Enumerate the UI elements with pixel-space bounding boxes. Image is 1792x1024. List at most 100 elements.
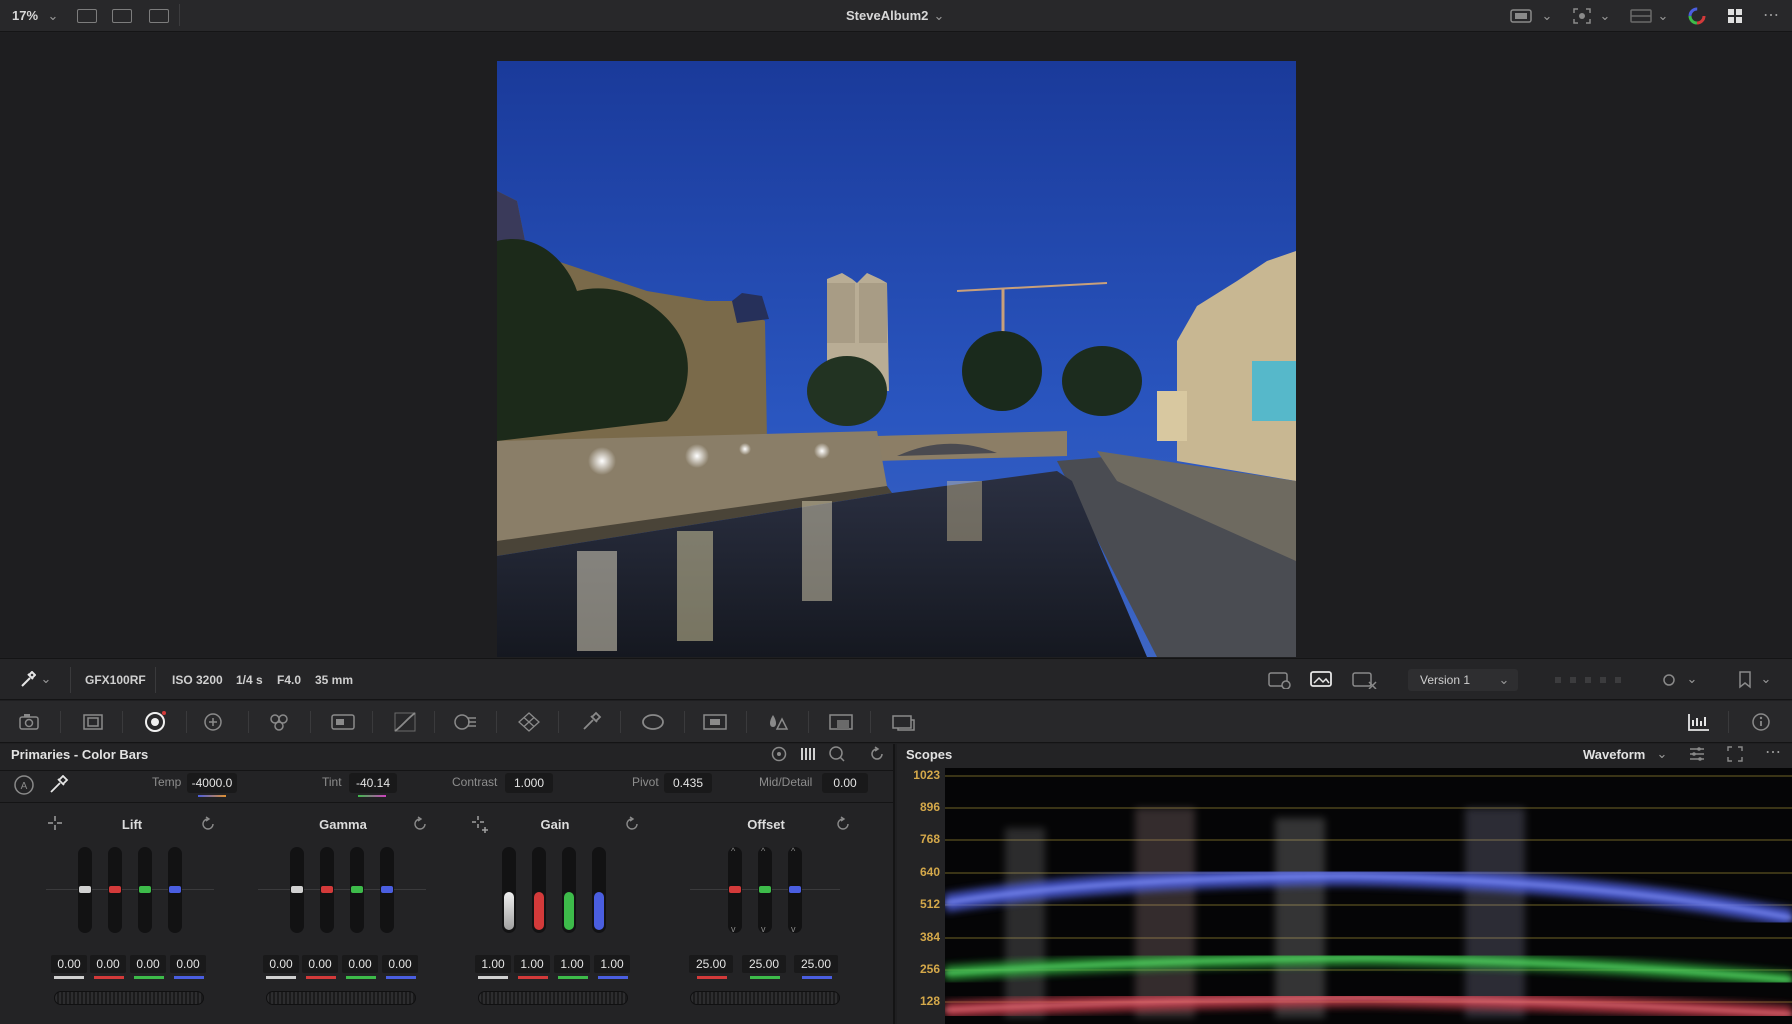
gain-master-wheel[interactable] <box>478 991 628 1005</box>
rating-dots[interactable] <box>1555 677 1625 683</box>
crosshair-icon[interactable] <box>47 815 63 831</box>
rgb-mixer-icon[interactable] <box>266 709 292 735</box>
gain-red-value[interactable]: 1.00 <box>514 955 550 973</box>
offset-green-value[interactable]: 25.00 <box>742 955 786 973</box>
picker-icon[interactable] <box>18 671 36 689</box>
color-wheels-icon[interactable] <box>142 709 168 735</box>
version-select[interactable]: Version 1 ⌄ <box>1408 669 1518 691</box>
tracker-icon[interactable] <box>702 709 728 735</box>
offset-red-value[interactable]: 25.00 <box>689 955 733 973</box>
lift-red-slider[interactable] <box>108 847 122 933</box>
gallery-image-icon[interactable] <box>1310 670 1332 688</box>
wipe-icon[interactable] <box>1572 7 1592 25</box>
curves-icon[interactable] <box>392 709 418 735</box>
lift-red-value[interactable]: 0.00 <box>90 955 126 973</box>
gamma-reset-icon[interactable] <box>412 816 428 832</box>
bars-mode-icon[interactable] <box>770 745 788 763</box>
scope-more-icon[interactable]: ⋯ <box>1762 743 1784 761</box>
gamma-blue-value[interactable]: 0.00 <box>382 955 418 973</box>
lift-blue-slider[interactable] <box>168 847 182 933</box>
bookmark-chevron-icon[interactable]: ⌄ <box>1760 671 1772 687</box>
fullscreen-icon[interactable] <box>1726 7 1744 25</box>
white-balance-picker-icon[interactable] <box>48 775 70 795</box>
flag-chevron-icon[interactable]: ⌄ <box>1686 671 1698 687</box>
album-title[interactable]: SteveAlbum2 <box>846 8 928 23</box>
gamma-blue-slider[interactable] <box>380 847 394 933</box>
viewer-mode-icon[interactable] <box>1510 8 1532 24</box>
gain-blue-slider[interactable] <box>592 847 606 933</box>
info-icon[interactable] <box>1748 709 1774 735</box>
flag-circle-icon[interactable] <box>1661 672 1677 688</box>
color-match-icon[interactable] <box>80 709 106 735</box>
reset-all-icon[interactable] <box>868 745 886 763</box>
lift-green-slider[interactable] <box>138 847 152 933</box>
scope-mode-select[interactable]: Waveform ⌄ <box>1580 744 1668 766</box>
crosshair-plus-icon[interactable] <box>471 815 489 833</box>
single-viewer-icon[interactable] <box>75 9 99 24</box>
viewer-mode-chevron-icon[interactable]: ⌄ <box>1540 8 1554 24</box>
tint-field[interactable]: -40.14 <box>349 773 397 793</box>
more-options-icon[interactable]: ⋯ <box>1760 6 1782 24</box>
hdr-wheels-icon[interactable] <box>202 709 228 735</box>
lift-reset-icon[interactable] <box>200 816 216 832</box>
sizing-icon[interactable] <box>890 709 916 735</box>
gain-master-value[interactable]: 1.00 <box>475 955 511 973</box>
middetail-field[interactable]: 0.00 <box>822 773 868 793</box>
zoom-chevron-down-icon[interactable]: ⌄ <box>46 8 60 24</box>
lift-master-wheel[interactable] <box>54 991 204 1005</box>
gain-reset-icon[interactable] <box>624 816 640 832</box>
temp-field[interactable]: -4000.0 <box>187 773 237 793</box>
lift-master-slider[interactable] <box>78 847 92 933</box>
offset-blue-value[interactable]: 25.00 <box>794 955 838 973</box>
gain-green-value[interactable]: 1.00 <box>554 955 590 973</box>
color-bars-icon[interactable] <box>799 745 817 763</box>
wipe-chevron-icon[interactable]: ⌄ <box>1598 8 1612 24</box>
lift-green-value[interactable]: 0.00 <box>130 955 166 973</box>
color-wheel-icon[interactable] <box>1688 7 1706 25</box>
picker-chevron-icon[interactable]: ⌄ <box>40 671 52 687</box>
gain-master-slider[interactable] <box>502 847 516 933</box>
gamma-green-value[interactable]: 0.00 <box>342 955 378 973</box>
camera-raw-icon[interactable] <box>18 709 44 735</box>
color-warper-icon[interactable] <box>452 709 478 735</box>
split-viewer-icon[interactable] <box>110 9 134 24</box>
album-chevron-down-icon[interactable]: ⌄ <box>932 8 946 24</box>
lift-master-value[interactable]: 0.00 <box>51 955 87 973</box>
gamma-master-slider[interactable] <box>290 847 304 933</box>
gain-green-slider[interactable] <box>562 847 576 933</box>
window-icon[interactable] <box>640 709 666 735</box>
motion-effects-icon[interactable] <box>330 709 356 735</box>
contrast-field[interactable]: 1.000 <box>505 773 553 793</box>
scope-expand-icon[interactable] <box>1726 745 1744 763</box>
offset-blue-slider[interactable]: ^ v <box>788 846 802 934</box>
highlight-icon[interactable] <box>1630 8 1652 24</box>
gamma-master-wheel[interactable] <box>266 991 416 1005</box>
scope-settings-icon[interactable] <box>1688 745 1706 763</box>
log-mode-icon[interactable] <box>828 745 846 763</box>
highlight-chevron-icon[interactable]: ⌄ <box>1656 8 1670 24</box>
key-icon[interactable] <box>828 709 854 735</box>
warper-mesh-icon[interactable] <box>516 709 542 735</box>
zoom-level[interactable]: 17% <box>12 8 38 23</box>
auto-balance-icon[interactable]: A <box>13 774 35 796</box>
remove-still-icon[interactable] <box>1352 671 1378 689</box>
lift-blue-value[interactable]: 0.00 <box>170 955 206 973</box>
gamma-green-slider[interactable] <box>350 847 364 933</box>
gain-red-slider[interactable] <box>532 847 546 933</box>
gamma-red-value[interactable]: 0.00 <box>302 955 338 973</box>
pivot-field[interactable]: 0.435 <box>664 773 712 793</box>
gamma-red-slider[interactable] <box>320 847 334 933</box>
compare-viewer-icon[interactable] <box>147 9 171 24</box>
qualifier-icon[interactable] <box>578 709 604 735</box>
gain-blue-value[interactable]: 1.00 <box>594 955 630 973</box>
offset-red-slider[interactable]: ^ v <box>728 846 742 934</box>
offset-master-wheel[interactable] <box>690 991 840 1005</box>
offset-green-slider[interactable]: ^ v <box>758 846 772 934</box>
bookmark-icon[interactable] <box>1738 671 1752 689</box>
still-grab-icon[interactable] <box>1268 671 1292 689</box>
blur-icon[interactable] <box>764 709 790 735</box>
gamma-master-value[interactable]: 0.00 <box>263 955 299 973</box>
offset-reset-icon[interactable] <box>835 816 851 832</box>
scopes-toggle-icon[interactable] <box>1686 709 1712 735</box>
divider <box>155 667 156 693</box>
